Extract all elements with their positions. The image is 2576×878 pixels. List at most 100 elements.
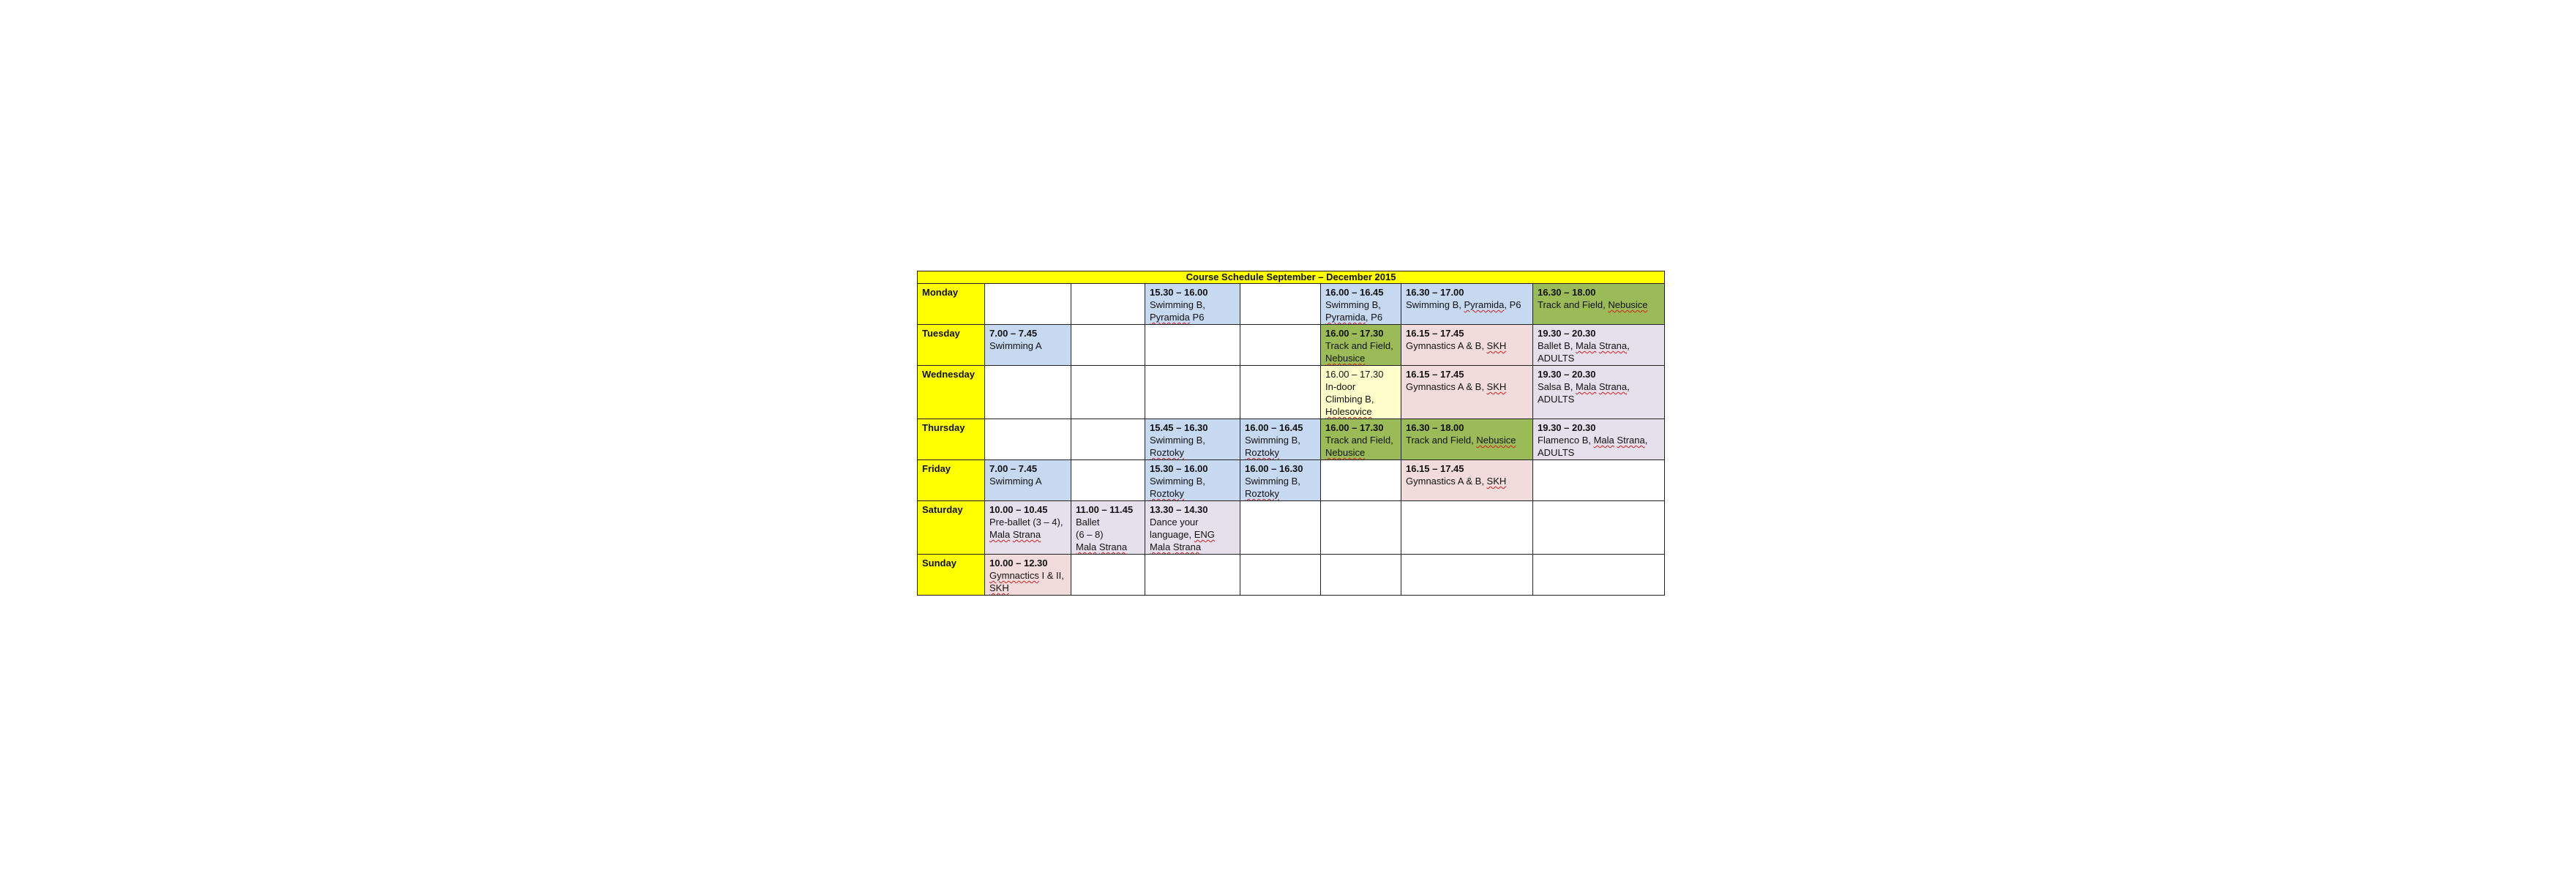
course-time: 16.15 – 17.45 xyxy=(1406,328,1464,339)
empty-slot xyxy=(1145,324,1240,366)
empty-slot xyxy=(1320,459,1401,501)
entry-detail: Track and Field, xyxy=(1325,340,1393,351)
empty-slot xyxy=(1071,459,1145,501)
entry-detail: Swimming B, xyxy=(1150,299,1205,310)
course-time: 16.00 – 16.45 xyxy=(1325,287,1384,298)
entry-detail: Salsa B, Mala Strana, xyxy=(1538,381,1630,392)
entry-detail: Pre-ballet (3 – 4), xyxy=(989,517,1063,528)
schedule-row-monday: Monday 15.30 – 16.00 Swimming B, Pyramida P… xyxy=(917,283,1666,325)
course-entry: 19.30 – 20.30 Flamenco B, Mala Strana, ADU… xyxy=(1538,421,1660,459)
course-slot: 16.15 – 17.45 Gymnastics A & B, SKH xyxy=(1401,365,1533,419)
entry-detail: In-door xyxy=(1325,381,1356,392)
empty-slot xyxy=(1071,554,1145,596)
entry-detail: Swimming B, xyxy=(1150,476,1205,487)
course-time: 15.45 – 16.30 xyxy=(1150,422,1208,433)
course-entry: 11.00 – 11.45 Ballet (6 – 8) Mala Strana xyxy=(1076,503,1140,553)
entry-detail: Mala Strana xyxy=(1150,541,1202,552)
course-entry: 16.30 – 18.00 Track and Field, Nebusice xyxy=(1406,421,1528,446)
course-entry: 19.30 – 20.30 Ballet B, Mala Strana, ADULT… xyxy=(1538,327,1660,364)
course-slot: 16.30 – 18.00 Track and Field, Nebusice xyxy=(1401,419,1533,460)
course-slot: 19.30 – 20.30 Flamenco B, Mala Strana, ADU… xyxy=(1532,419,1666,460)
course-time: 11.00 – 11.45 xyxy=(1076,504,1134,515)
entry-detail: Swimming A xyxy=(989,340,1042,351)
entry-detail: Gymnactics I & II, xyxy=(989,570,1064,581)
course-slot: 15.30 – 16.00 Swimming B, Roztoky xyxy=(1145,459,1240,501)
course-slot: 7.00 – 7.45 Swimming A xyxy=(984,324,1071,366)
course-slot: 16.00 – 16.45 Swimming B, Pyramida, P6 xyxy=(1320,283,1401,325)
course-slot: 16.30 – 17.00 Swimming B, Pyramida, P6 xyxy=(1401,283,1533,325)
course-time: 16.30 – 18.00 xyxy=(1538,287,1596,298)
course-time: 19.30 – 20.30 xyxy=(1538,422,1596,433)
entry-detail: Track and Field, Nebusice xyxy=(1538,299,1648,310)
course-time: 15.30 – 16.00 xyxy=(1150,463,1208,474)
entry-detail: Swimming B, Pyramida, P6 xyxy=(1406,299,1521,310)
empty-slot xyxy=(984,283,1071,325)
entry-detail: Roztoky xyxy=(1150,488,1184,499)
course-time: 16.30 – 18.00 xyxy=(1406,422,1464,433)
entry-detail: Nebusice xyxy=(1325,353,1366,364)
course-slot: 16.00 – 16.45 Swimming B, Roztoky xyxy=(1240,419,1321,460)
empty-slot xyxy=(1320,500,1401,555)
course-time: 10.00 – 12.30 xyxy=(989,558,1048,569)
day-label: Saturday xyxy=(917,500,985,555)
day-label: Tuesday xyxy=(917,324,985,366)
course-slot: 19.30 – 20.30 Ballet B, Mala Strana, ADULT… xyxy=(1532,324,1666,366)
course-entry: 10.00 – 12.30 Gymnactics I & II, SKH xyxy=(989,557,1066,594)
empty-slot xyxy=(1240,500,1321,555)
course-slot: 10.00 – 12.30 Gymnactics I & II, SKH xyxy=(984,554,1071,596)
empty-slot xyxy=(1240,365,1321,419)
entry-detail: Mala Strana xyxy=(989,529,1041,540)
course-slot: 16.00 – 17.30 In-door Climbing B, Holesovic… xyxy=(1320,365,1401,419)
empty-slot xyxy=(984,365,1071,419)
course-slot: 13.30 – 14.30 Dance your language, ENG Mala… xyxy=(1145,500,1240,555)
course-slot: 19.30 – 20.30 Salsa B, Mala Strana, ADULTS xyxy=(1532,365,1666,419)
schedule-row-thursday: Thursday 15.45 – 16.30 Swimming B, Roztoky 1… xyxy=(917,419,1666,460)
empty-slot xyxy=(1532,459,1666,501)
empty-slot xyxy=(1145,365,1240,419)
course-slot: 7.00 – 7.45 Swimming A xyxy=(984,459,1071,501)
empty-slot xyxy=(1071,324,1145,366)
course-entry: 16.30 – 18.00 Track and Field, Nebusice xyxy=(1538,286,1660,311)
course-entry: 16.00 – 17.30 In-door Climbing B, Holesovic… xyxy=(1325,368,1396,418)
course-entry: 15.30 – 16.00 Swimming B, Roztoky xyxy=(1150,462,1235,500)
entry-detail: ADULTS xyxy=(1538,447,1575,458)
day-label: Friday xyxy=(917,459,985,501)
course-entry: 10.00 – 10.45 Pre-ballet (3 – 4), Mala Str… xyxy=(989,503,1066,541)
course-time: 16.30 – 17.00 xyxy=(1406,287,1464,298)
entry-detail: Roztoky xyxy=(1245,447,1279,458)
entry-detail: ADULTS xyxy=(1538,394,1575,405)
entry-detail: SKH xyxy=(989,582,1009,593)
schedule-row-saturday: Saturday 10.00 – 10.45 Pre-ballet (3 – 4),… xyxy=(917,500,1666,555)
course-time: 16.00 – 16.45 xyxy=(1245,422,1303,433)
schedule-row-friday: Friday 7.00 – 7.45 Swimming A 15.30 – 16.00… xyxy=(917,459,1666,501)
course-schedule-table: Course Schedule September – December 201… xyxy=(916,271,1666,596)
entry-detail: Gymnastics A & B, SKH xyxy=(1406,340,1507,351)
empty-slot xyxy=(1532,500,1666,555)
course-slot: 16.00 – 17.30 Track and Field, Nebusice xyxy=(1320,324,1401,366)
entry-detail: Roztoky xyxy=(1245,488,1279,499)
entry-detail: Swimming B, xyxy=(1150,435,1205,446)
course-entry: 16.00 – 17.30 Track and Field, Nebusice xyxy=(1325,327,1396,364)
course-time: 15.30 – 16.00 xyxy=(1150,287,1208,298)
course-time: 16.15 – 17.45 xyxy=(1406,369,1464,380)
schedule-row-tuesday: Tuesday 7.00 – 7.45 Swimming A 16.00 – 17.3… xyxy=(917,324,1666,366)
entry-detail: language, ENG xyxy=(1150,529,1215,540)
course-slot: 16.15 – 17.45 Gymnastics A & B, SKH xyxy=(1401,324,1533,366)
empty-slot xyxy=(1071,419,1145,460)
course-entry: 16.15 – 17.45 Gymnastics A & B, SKH xyxy=(1406,327,1528,352)
empty-slot xyxy=(1240,554,1321,596)
day-label: Monday xyxy=(917,283,985,325)
course-time: 16.00 – 16.30 xyxy=(1245,463,1303,474)
title-row: Course Schedule September – December 201… xyxy=(916,271,1666,284)
course-entry: 7.00 – 7.45 Swimming A xyxy=(989,462,1066,487)
course-slot: 15.30 – 16.00 Swimming B, Pyramida P6 xyxy=(1145,283,1240,325)
entry-detail: Swimming A xyxy=(989,476,1042,487)
empty-slot xyxy=(1532,554,1666,596)
course-entry: 16.00 – 16.30 Swimming B, Roztoky xyxy=(1245,462,1316,500)
course-slot: 16.15 – 17.45 Gymnastics A & B, SKH xyxy=(1401,459,1533,501)
entry-detail: Flamenco B, Mala Strana, xyxy=(1538,435,1648,446)
course-time: 7.00 – 7.45 xyxy=(989,463,1038,474)
course-slot: 16.00 – 17.30 Track and Field, Nebusice xyxy=(1320,419,1401,460)
entry-detail: Gymnastics A & B, SKH xyxy=(1406,476,1507,487)
entry-detail: Pyramida P6 xyxy=(1150,312,1205,323)
